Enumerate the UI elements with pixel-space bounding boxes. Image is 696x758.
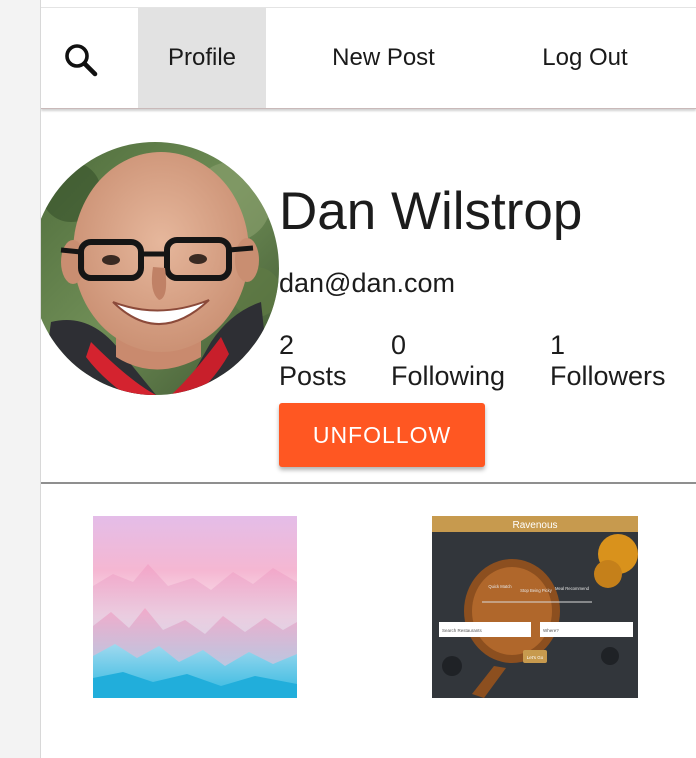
post-go-button: Let's Go: [527, 655, 544, 660]
nav-new-post[interactable]: New Post: [311, 8, 456, 108]
stat-followers-count: 1: [550, 330, 566, 360]
profile-name: Dan Wilstrop: [279, 182, 583, 241]
unfollow-button[interactable]: UNFOLLOW: [279, 403, 485, 467]
avatar: [41, 142, 279, 395]
post-screen-label: Stop Being Picky: [520, 588, 553, 593]
stat-posts-label: Posts: [279, 361, 347, 391]
post-thumbnail[interactable]: [93, 516, 297, 698]
post-thumbnail[interactable]: Ravenous Quick Match Stop Being Picky Me…: [432, 516, 638, 698]
section-divider: [41, 482, 696, 484]
stat-following-count: 0: [391, 330, 407, 360]
stat-followers-label: Followers: [550, 361, 666, 391]
app-page: Profile New Post Log Out Dan Wilstrop da…: [40, 0, 696, 758]
stat-following: 0 Following: [391, 330, 505, 392]
navbar: Profile New Post Log Out: [41, 8, 696, 109]
stat-followers: 1 Followers: [550, 330, 666, 392]
post-screen-label: Quick Match: [488, 584, 512, 589]
stat-posts-count: 2: [279, 330, 295, 360]
post-where-placeholder: Where?: [543, 628, 559, 633]
search-icon[interactable]: [63, 42, 99, 78]
post-app-title: Ravenous: [512, 520, 557, 531]
stat-following-label: Following: [391, 361, 506, 391]
nav-profile[interactable]: Profile: [138, 8, 266, 108]
nav-log-out[interactable]: Log Out: [521, 8, 649, 108]
post-screen-label: Meal Recommend: [555, 586, 590, 591]
post-search-placeholder: Search Restaurants: [442, 628, 483, 633]
profile-email: dan@dan.com: [279, 268, 456, 298]
stat-posts: 2 Posts: [279, 330, 347, 392]
top-strip: [41, 0, 696, 8]
